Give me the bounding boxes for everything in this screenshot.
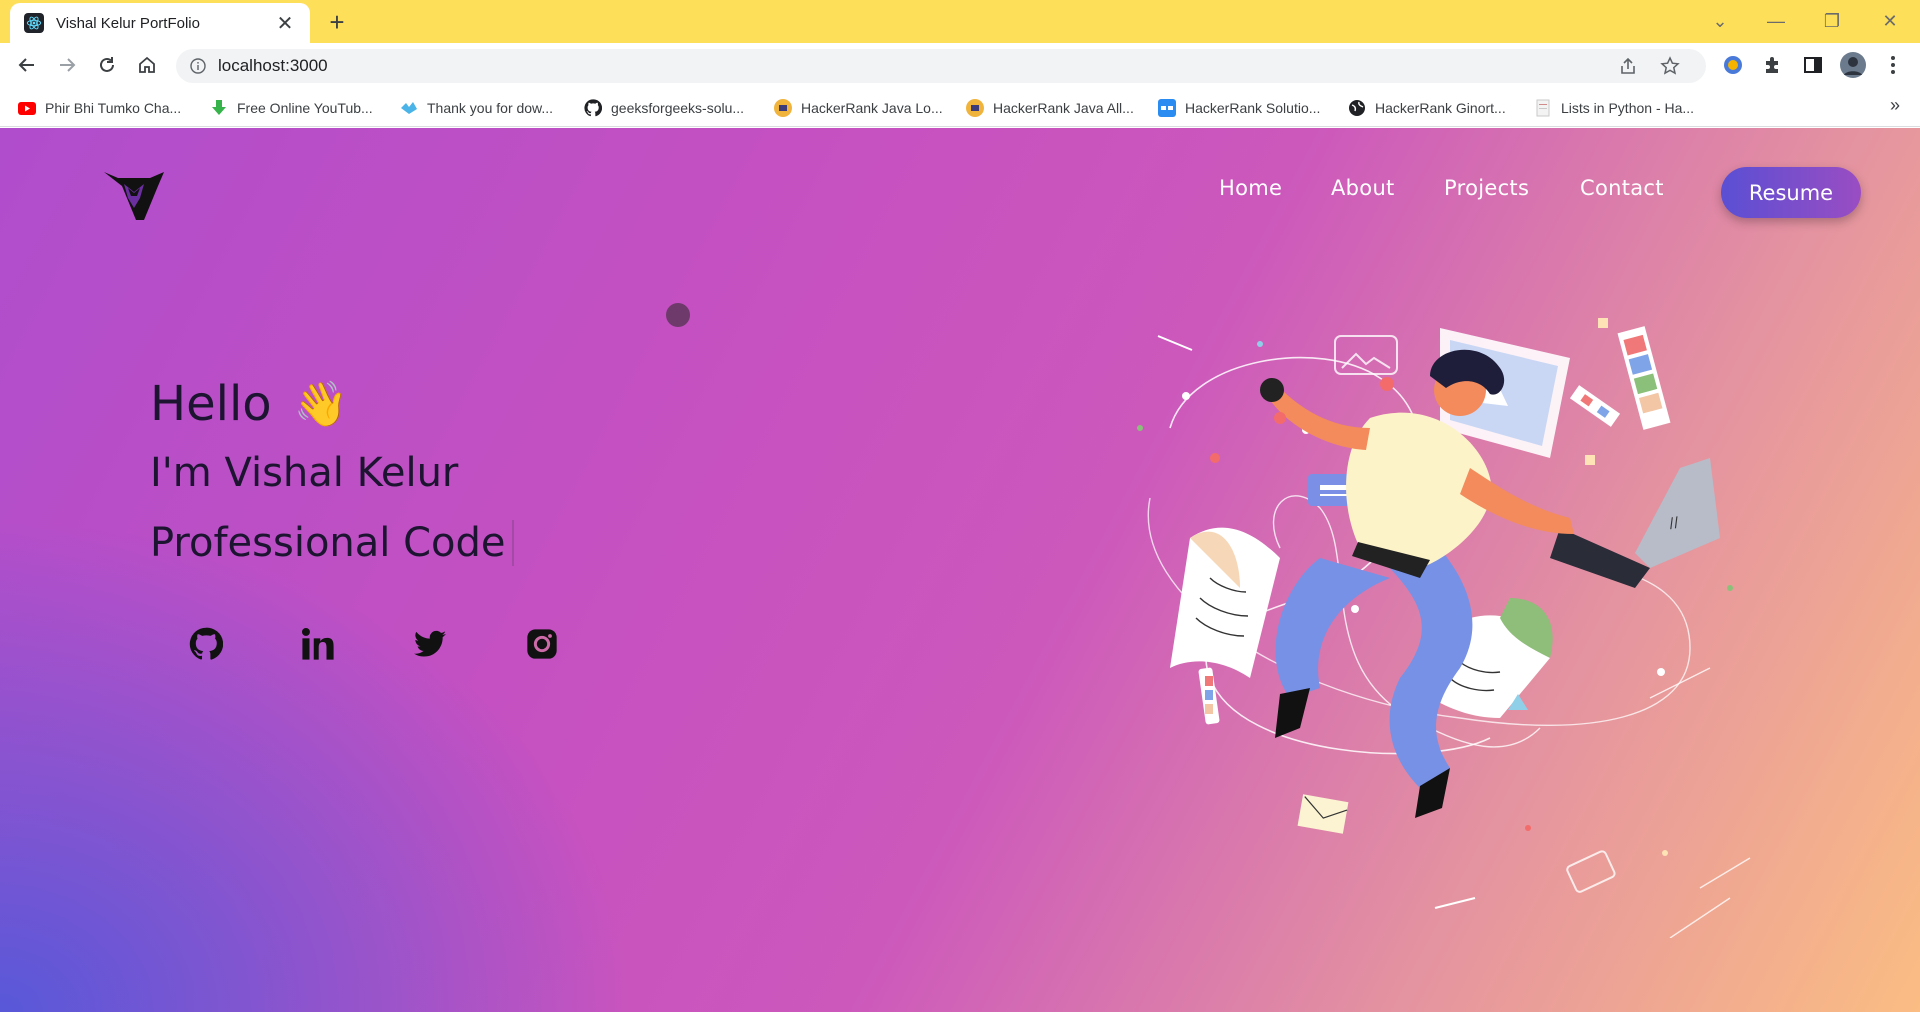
bookmark-item[interactable]: geeksforgeeks-solu...	[584, 97, 744, 119]
bookmark-label: Lists in Python - Ha...	[1561, 100, 1695, 116]
tab-strip: Vishal Kelur PortFolio ✕ + ⌄ — ❐ ✕	[0, 0, 1920, 43]
hero-typewriter: Professional Code	[150, 520, 514, 566]
instagram-link[interactable]	[522, 624, 562, 664]
bookmark-label: HackerRank Java Lo...	[801, 100, 943, 116]
waving-hand-icon: 👋	[293, 379, 349, 430]
reload-button[interactable]	[92, 50, 122, 80]
bookmark-item[interactable]: HackerRank Solutio...	[1158, 97, 1320, 119]
home-icon	[139, 56, 155, 73]
cb-icon	[1158, 99, 1176, 117]
nav-projects-link[interactable]: Projects	[1444, 176, 1529, 200]
bookmark-item[interactable]: Phir Bhi Tumko Cha...	[18, 97, 181, 119]
resume-button[interactable]: Resume	[1721, 167, 1861, 218]
bookmark-label: HackerRank Java All...	[993, 100, 1134, 116]
instagram-icon	[527, 629, 557, 659]
bookmark-item[interactable]: Lists in Python - Ha...	[1534, 97, 1694, 119]
nav-contact-link[interactable]: Contact	[1580, 176, 1664, 200]
bookmark-item[interactable]: HackerRank Java All...	[966, 97, 1134, 119]
browser-tab[interactable]: Vishal Kelur PortFolio ✕	[10, 3, 310, 43]
bookmarks-overflow-icon[interactable]: »	[1890, 95, 1900, 116]
hero-intro: I'm Vishal Kelur	[150, 450, 459, 496]
restore-button[interactable]: ❐	[1812, 6, 1852, 36]
bookmark-label: HackerRank Solutio...	[1185, 100, 1321, 116]
extensions-puzzle-icon[interactable]	[1758, 50, 1788, 80]
bookmark-label: Phir Bhi Tumko Cha...	[45, 100, 182, 116]
linkedin-link[interactable]	[298, 624, 338, 664]
tab-title: Vishal Kelur PortFolio	[56, 14, 200, 32]
forward-arrow-icon	[60, 58, 76, 72]
bookmark-label: HackerRank Ginort...	[1375, 100, 1506, 116]
cursor-follower-dot	[666, 303, 690, 327]
back-arrow-icon	[18, 58, 34, 72]
nav-about-link[interactable]: About	[1331, 176, 1395, 200]
download-icon	[210, 99, 228, 117]
github-icon	[584, 99, 602, 117]
nav-home-link[interactable]: Home	[1219, 176, 1282, 200]
developer-illustration: //	[1137, 318, 1751, 938]
browser-toolbar: localhost:3000	[0, 43, 1920, 87]
share-icon[interactable]	[1618, 49, 1638, 83]
hero-greeting: Hello 👋	[150, 376, 348, 432]
tab-close-icon[interactable]: ✕	[274, 11, 296, 36]
hackerrank-icon	[774, 99, 792, 117]
side-panel-icon[interactable]	[1798, 50, 1828, 80]
typewriter-text: Professional Code	[150, 520, 506, 566]
bookmark-label: Thank you for dow...	[427, 100, 554, 116]
youtube-icon	[18, 99, 36, 117]
page-icon	[1534, 99, 1552, 117]
portfolio-page: Home About Projects Contact Resume Hello…	[0, 128, 1920, 1012]
minimize-button[interactable]: —	[1756, 6, 1796, 36]
twitter-icon	[414, 630, 446, 657]
back-button[interactable]	[12, 50, 42, 80]
typewriter-caret	[511, 520, 514, 566]
bookmark-label: geeksforgeeks-solu...	[611, 100, 745, 116]
bookmark-item[interactable]: Thank you for dow...	[400, 97, 553, 119]
bookmarks-bar: Phir Bhi Tumko Cha... Free Online YouTub…	[0, 87, 1920, 127]
bookmark-item[interactable]: Free Online YouTub...	[210, 97, 373, 119]
lion-logo-icon[interactable]	[102, 170, 166, 222]
forward-button[interactable]	[52, 50, 82, 80]
profile-avatar[interactable]	[1838, 50, 1868, 80]
greeting-text: Hello	[150, 376, 272, 432]
linkedin-icon	[301, 627, 334, 660]
reload-icon	[100, 57, 114, 72]
bookmark-item[interactable]: HackerRank Java Lo...	[774, 97, 943, 119]
react-favicon-icon	[24, 13, 44, 33]
twitter-link[interactable]	[410, 624, 450, 664]
github-link[interactable]	[186, 624, 226, 664]
info-icon[interactable]	[190, 58, 206, 74]
new-tab-button[interactable]: +	[322, 8, 352, 38]
home-button[interactable]	[132, 50, 162, 80]
bookmark-item[interactable]: HackerRank Ginort...	[1348, 97, 1506, 119]
extension-shield-icon[interactable]	[1718, 50, 1748, 80]
menu-kebab-icon[interactable]	[1878, 50, 1908, 80]
address-bar[interactable]: localhost:3000	[176, 49, 1706, 83]
bookmark-star-icon[interactable]	[1660, 49, 1680, 83]
github-icon	[189, 627, 223, 660]
tab-search-icon[interactable]: ⌄	[1700, 6, 1740, 36]
bookmark-label: Free Online YouTub...	[237, 100, 373, 116]
hackerrank-icon	[966, 99, 984, 117]
url-text: localhost:3000	[218, 56, 328, 75]
globe-icon	[1348, 99, 1366, 117]
bird-icon	[400, 99, 418, 117]
close-window-button[interactable]: ✕	[1870, 6, 1910, 36]
